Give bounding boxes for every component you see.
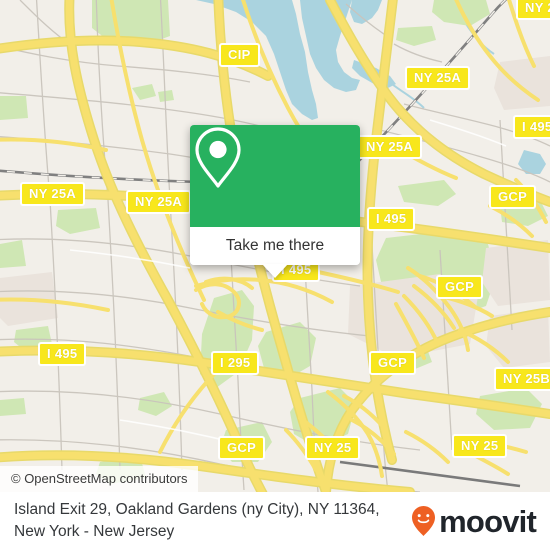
osm-attribution[interactable]: © OpenStreetMap contributors	[0, 466, 198, 492]
road-shield: NY 25A	[405, 66, 471, 90]
map-pin-icon	[195, 127, 241, 188]
address-line-2: New York - New Jersey	[14, 523, 175, 540]
road-shield: CIP	[219, 43, 260, 67]
road-shield: GCP	[489, 185, 537, 209]
road-shield: NY 25	[305, 436, 361, 460]
road-shield: I 495	[38, 342, 87, 366]
moovit-map-screen: CIP NY 25A NY 2 I 495 NY 25A NY 25A NY 25A GCP I…	[0, 0, 550, 550]
take-me-there-label: Take me there	[225, 237, 325, 254]
road-shield: NY 25A	[357, 135, 423, 159]
osm-attribution-text: © OpenStreetMap contributors	[11, 471, 188, 486]
road-shield: I 295	[211, 351, 260, 375]
road-shield: I 495	[513, 115, 550, 139]
take-me-there-button[interactable]: Take me there	[190, 227, 360, 265]
footer-bar: Island Exit 29, Oakland Gardens (ny City…	[0, 492, 550, 550]
callout-image-area	[190, 125, 360, 227]
map-canvas[interactable]: CIP NY 25A NY 2 I 495 NY 25A NY 25A NY 25A GCP I…	[0, 0, 550, 492]
callout-pointer-tail	[262, 264, 288, 278]
moovit-logo[interactable]: moovit	[410, 503, 537, 539]
moovit-wordmark: moovit	[439, 503, 537, 539]
road-shield: GCP	[369, 351, 417, 375]
road-shield: NY 25B	[494, 367, 550, 391]
location-address: Island Exit 29, Oakland Gardens (ny City…	[14, 499, 380, 543]
destination-callout-card[interactable]: Take me there	[190, 125, 360, 278]
address-line-1: Island Exit 29, Oakland Gardens (ny City…	[14, 501, 380, 518]
road-shield: I 495	[367, 207, 416, 231]
moovit-pin-icon	[412, 506, 436, 536]
road-shield: NY 25A	[126, 190, 192, 214]
road-shield: NY 25A	[20, 182, 86, 206]
road-shield: GCP	[218, 436, 266, 460]
road-shield: NY 2	[516, 0, 550, 20]
road-shield: GCP	[436, 275, 484, 299]
road-shield: NY 25	[452, 434, 508, 458]
